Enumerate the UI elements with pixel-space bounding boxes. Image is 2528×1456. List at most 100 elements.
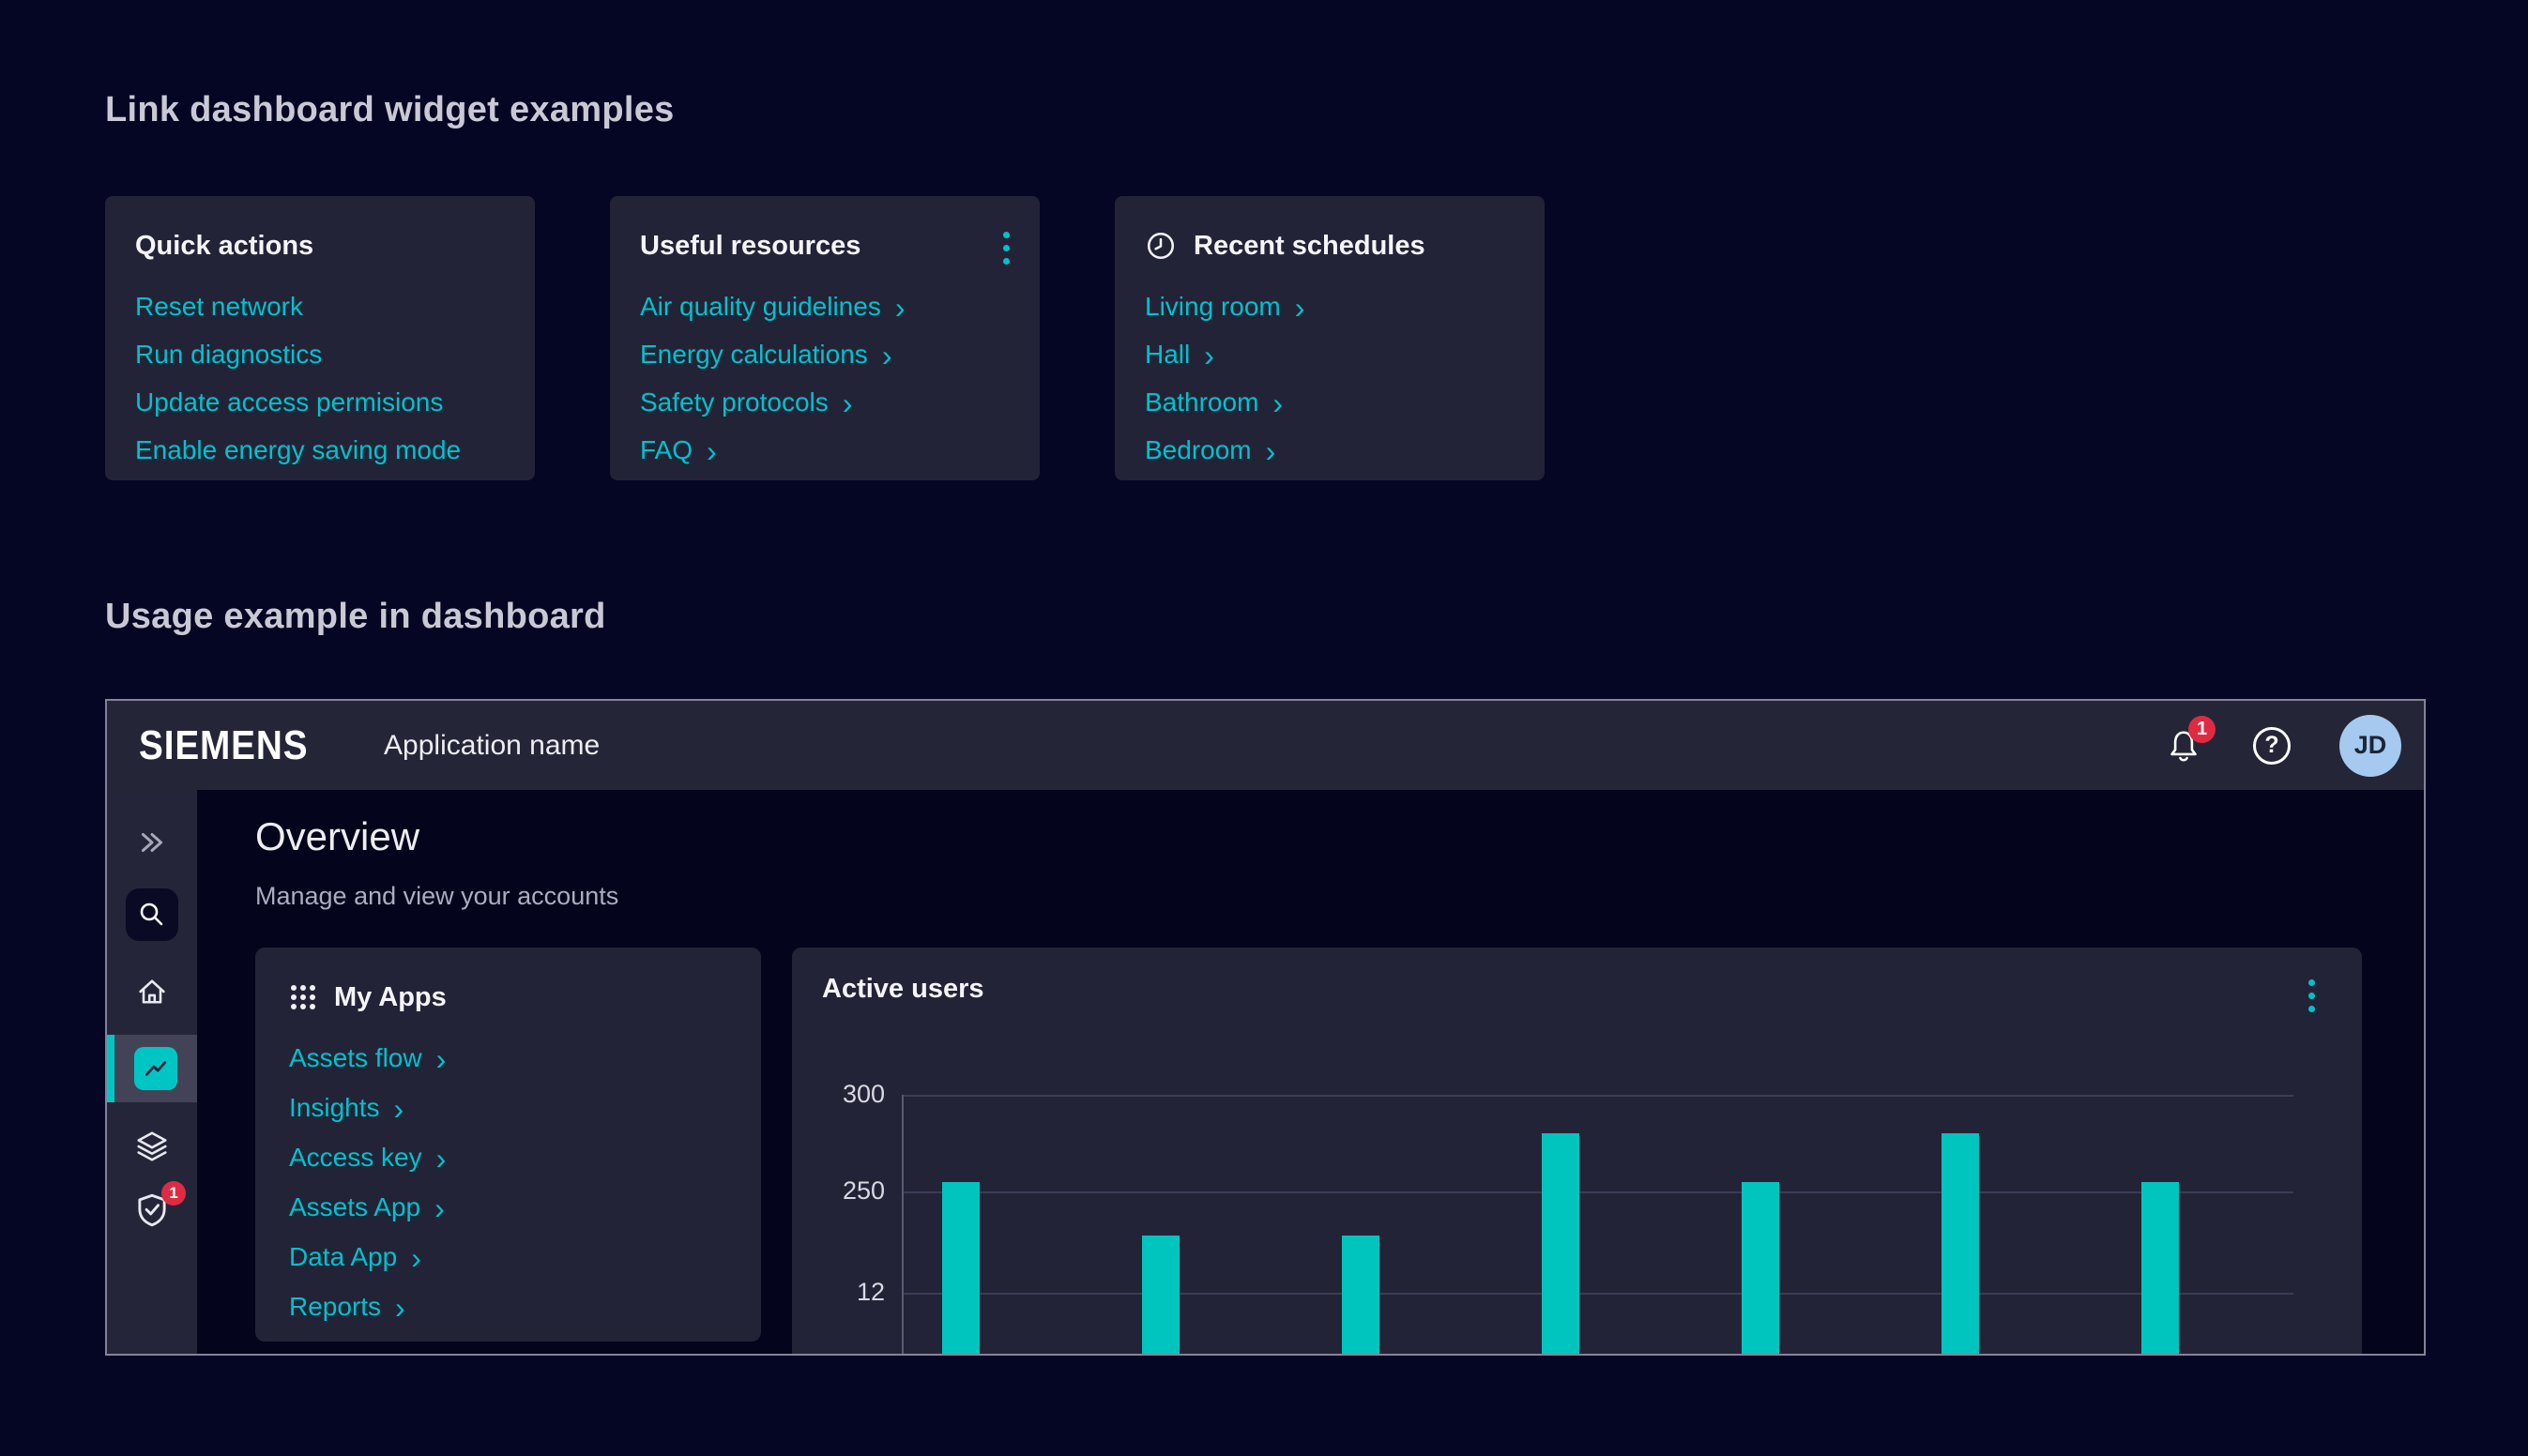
chevron-right-icon: › xyxy=(1266,439,1276,462)
chevron-right-icon: › xyxy=(436,1047,447,1069)
link-label[interactable]: Energy calculations xyxy=(640,340,868,370)
sidebar-search-button[interactable] xyxy=(126,888,178,941)
help-button[interactable]: ? xyxy=(2251,725,2292,766)
y-axis-label: 250 xyxy=(800,1176,885,1206)
y-axis-label: 300 xyxy=(800,1080,885,1109)
link-label[interactable]: Reports xyxy=(289,1292,381,1322)
bar-4 xyxy=(1742,1182,1779,1356)
link-bathroom[interactable]: Bathroom › xyxy=(1145,387,1515,417)
search-icon xyxy=(137,900,167,930)
sidebar-expand-button[interactable] xyxy=(133,826,171,859)
gridline xyxy=(904,1191,2293,1193)
sidebar-item-security[interactable]: 1 xyxy=(131,1190,173,1231)
chevron-right-icon: › xyxy=(1295,296,1305,318)
y-axis-label: 12 xyxy=(800,1278,885,1307)
layers-icon xyxy=(133,1129,171,1164)
link-label[interactable]: Access key xyxy=(289,1143,422,1173)
link-label[interactable]: FAQ xyxy=(640,435,693,465)
link-label[interactable]: Safety protocols xyxy=(640,387,829,417)
link-label[interactable]: Run diagnostics xyxy=(135,340,322,370)
kebab-menu-icon[interactable] xyxy=(999,228,1013,268)
chevron-right-icon: › xyxy=(434,1196,445,1219)
trend-chart-icon xyxy=(142,1054,170,1083)
kebab-menu-icon[interactable] xyxy=(2305,976,2319,1016)
apps-grid-icon xyxy=(289,983,317,1011)
link-enable-energy-saving-mode[interactable]: Enable energy saving mode xyxy=(135,435,505,465)
widget-card-recent-schedules: Recent schedules Living room›Hall›Bathro… xyxy=(1115,196,1545,480)
link-label[interactable]: Data App xyxy=(289,1242,397,1272)
link-run-diagnostics[interactable]: Run diagnostics xyxy=(135,340,505,370)
link-label[interactable]: Reset network xyxy=(135,292,303,322)
link-label[interactable]: Bathroom xyxy=(1145,387,1258,417)
home-icon xyxy=(134,975,170,1009)
chevron-right-icon: › xyxy=(895,296,906,318)
link-insights[interactable]: Insights › xyxy=(289,1093,727,1123)
link-living-room[interactable]: Living room › xyxy=(1145,292,1515,322)
bar-2 xyxy=(1342,1236,1379,1356)
section-title-usage-example: Usage example in dashboard xyxy=(105,597,606,637)
widget-card-quick-actions: Quick actions Reset network Run diagnosti… xyxy=(105,196,535,480)
chart-title: Active users xyxy=(822,974,984,1005)
app-header: SIEMENS Application name 1 ? JD xyxy=(107,701,2424,790)
siemens-logo: SIEMENS xyxy=(139,722,308,769)
application-name: Application name xyxy=(384,730,600,762)
chevron-right-icon: › xyxy=(395,1296,405,1318)
notification-badge: 1 xyxy=(2188,716,2216,743)
sidebar-item-monitoring-active[interactable] xyxy=(107,1035,197,1102)
link-air-quality-guidelines[interactable]: Air quality guidelines › xyxy=(640,292,1010,322)
link-label[interactable]: Update access permisions xyxy=(135,387,443,417)
link-label[interactable]: Bedroom xyxy=(1145,435,1252,465)
chevron-right-icon: › xyxy=(411,1246,421,1268)
link-label[interactable]: Hall xyxy=(1145,340,1190,370)
chevron-right-icon: › xyxy=(436,1146,447,1169)
link-reset-network[interactable]: Reset network xyxy=(135,292,505,322)
link-label[interactable]: Assets App xyxy=(289,1192,420,1222)
link-label[interactable]: Living room xyxy=(1145,292,1281,322)
page-title: Overview xyxy=(255,814,419,859)
chevron-right-icon: › xyxy=(843,391,853,414)
chevron-right-icon: › xyxy=(394,1097,404,1119)
useful-resources-links: Air quality guidelines › Energy calculatio… xyxy=(640,292,1010,465)
chevron-right-icon: › xyxy=(707,439,717,462)
link-faq[interactable]: FAQ › xyxy=(640,435,1010,465)
link-access-key[interactable]: Access key › xyxy=(289,1143,727,1173)
bar-6 xyxy=(2141,1182,2179,1356)
bar-3 xyxy=(1542,1133,1579,1356)
card-title: My Apps xyxy=(334,982,447,1013)
link-label[interactable]: Insights xyxy=(289,1093,380,1123)
bar-5 xyxy=(1942,1133,1979,1356)
link-label[interactable]: Assets flow xyxy=(289,1043,422,1073)
link-assets-flow[interactable]: Assets flow › xyxy=(289,1043,727,1073)
active-users-card: Active users 300 250 12 xyxy=(792,948,2362,1356)
my-apps-links: Assets flow›Insights›Access key›Assets A… xyxy=(289,1043,727,1322)
widget-card-useful-resources: Useful resources Air quality guidelines›… xyxy=(610,196,1040,480)
link-assets-app[interactable]: Assets App › xyxy=(289,1192,727,1222)
chevron-right-icon: › xyxy=(1272,391,1283,414)
my-apps-card: My Apps Assets flow › Insights › Access key ›… xyxy=(255,948,761,1342)
user-avatar[interactable]: JD xyxy=(2339,715,2401,777)
help-icon: ? xyxy=(2253,727,2291,765)
section-title-link-widget-examples: Link dashboard widget examples xyxy=(105,90,675,130)
dashboard-example-frame: SIEMENS Application name 1 ? JD xyxy=(105,699,2426,1356)
link-update-access-permisions[interactable]: Update access permisions xyxy=(135,387,505,417)
link-safety-protocols[interactable]: Safety protocols › xyxy=(640,387,1010,417)
link-reports[interactable]: Reports › xyxy=(289,1292,727,1322)
link-label[interactable]: Enable energy saving mode xyxy=(135,435,461,465)
link-data-app[interactable]: Data App › xyxy=(289,1242,727,1272)
card-title: Quick actions xyxy=(135,231,313,262)
chevrons-right-icon xyxy=(134,827,170,858)
clock-icon xyxy=(1145,230,1177,262)
gridline xyxy=(904,1293,2293,1295)
chevron-right-icon: › xyxy=(1204,343,1214,366)
link-label[interactable]: Air quality guidelines xyxy=(640,292,881,322)
link-bedroom[interactable]: Bedroom › xyxy=(1145,435,1515,465)
recent-schedules-links: Living room › Hall › Bathroom › Bedroom › xyxy=(1145,292,1515,465)
sidebar-item-layers[interactable] xyxy=(133,1128,171,1165)
link-hall[interactable]: Hall › xyxy=(1145,340,1515,370)
card-title: Recent schedules xyxy=(1194,231,1425,262)
bar-0 xyxy=(942,1182,980,1356)
notifications-button[interactable]: 1 xyxy=(2163,725,2204,766)
link-energy-calculations[interactable]: Energy calculations› xyxy=(640,340,1010,370)
main-content: Overview Manage and view your accounts M… xyxy=(197,790,2424,1354)
sidebar-item-home[interactable] xyxy=(133,974,171,1009)
